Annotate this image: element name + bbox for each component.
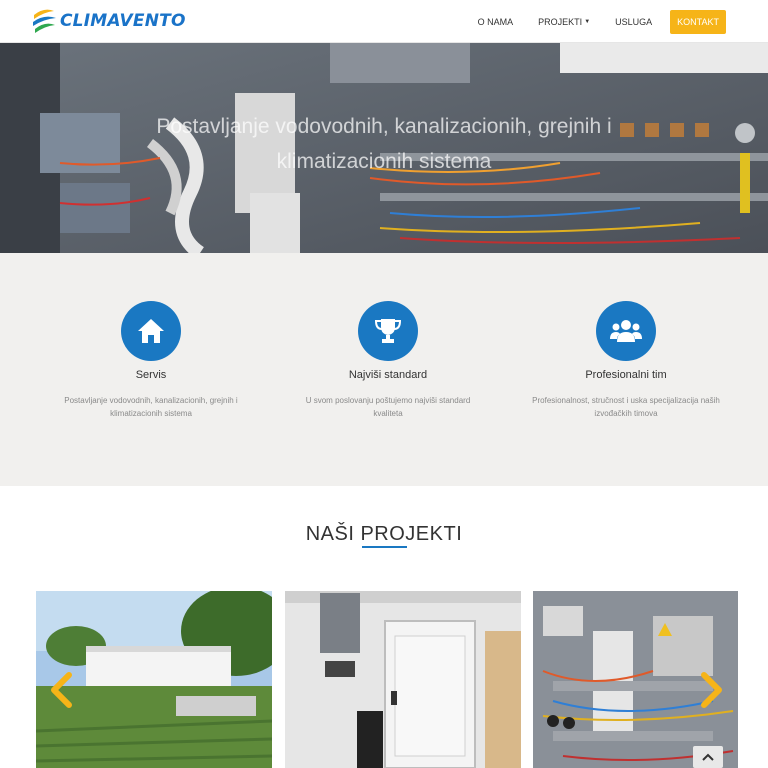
project-card-2[interactable] bbox=[285, 591, 521, 768]
navbar: CLIMAVENTO O NAMA PROJEKTI ▼ USLUGA KONT… bbox=[0, 0, 768, 43]
feature-najvisi-standard: Najviši standard U svom poslovanju poštu… bbox=[293, 301, 483, 420]
feature-icon-circle bbox=[121, 301, 181, 361]
feature-servis: Servis Postavljanje vodovodnih, kanaliza… bbox=[56, 301, 246, 420]
feature-description: Postavljanje vodovodnih, kanalizacionih,… bbox=[64, 396, 238, 418]
cold-room-door-photo bbox=[285, 591, 521, 768]
projects-heading: NAŠI PROJEKTI bbox=[305, 523, 463, 545]
feature-description: Profesionalnost, stručnost i uska specij… bbox=[532, 396, 720, 418]
feature-icon-circle bbox=[358, 301, 418, 361]
carousel-next-arrow-icon[interactable] bbox=[698, 672, 724, 708]
kontakt-button[interactable]: KONTAKT bbox=[670, 9, 726, 34]
caret-down-icon: ▼ bbox=[584, 18, 591, 25]
nav-item-o-nama[interactable]: O NAMA bbox=[478, 17, 514, 27]
users-icon bbox=[610, 320, 642, 342]
nav-item-projekti[interactable]: PROJEKTI ▼ bbox=[538, 17, 590, 27]
chevron-up-icon bbox=[702, 753, 714, 761]
heading-underline bbox=[362, 546, 407, 548]
home-icon bbox=[138, 319, 164, 343]
nav-item-usluga[interactable]: USLUGA bbox=[615, 17, 652, 27]
carousel-prev-arrow-icon[interactable] bbox=[49, 672, 75, 708]
feature-profesionalni-tim: Profesionalni tim Profesionalnost, struč… bbox=[531, 301, 721, 420]
features-section: Servis Postavljanje vodovodnih, kanaliza… bbox=[0, 253, 768, 486]
climavento-logo-icon bbox=[31, 5, 57, 37]
feature-title: Servis bbox=[135, 369, 167, 381]
hero-banner: Postavljanje vodovodnih, kanalizacionih,… bbox=[0, 43, 768, 253]
nav-item-projekti-label: PROJEKTI bbox=[538, 16, 583, 27]
main-nav: O NAMA PROJEKTI ▼ USLUGA KONTAKT bbox=[453, 0, 726, 43]
scroll-to-top-button[interactable] bbox=[693, 746, 723, 768]
brand-logo[interactable]: CLIMAVENTO bbox=[31, 5, 186, 37]
feature-title: Profesionalni tim bbox=[585, 369, 667, 381]
hero-title: Postavljanje vodovodnih, kanalizacionih,… bbox=[156, 115, 612, 173]
feature-title: Najviši standard bbox=[348, 369, 428, 381]
feature-description: U svom poslovanju poštujemo najviši stan… bbox=[305, 396, 471, 418]
trophy-icon bbox=[374, 319, 402, 343]
brand-name: CLIMAVENTO bbox=[60, 11, 186, 31]
feature-icon-circle bbox=[596, 301, 656, 361]
